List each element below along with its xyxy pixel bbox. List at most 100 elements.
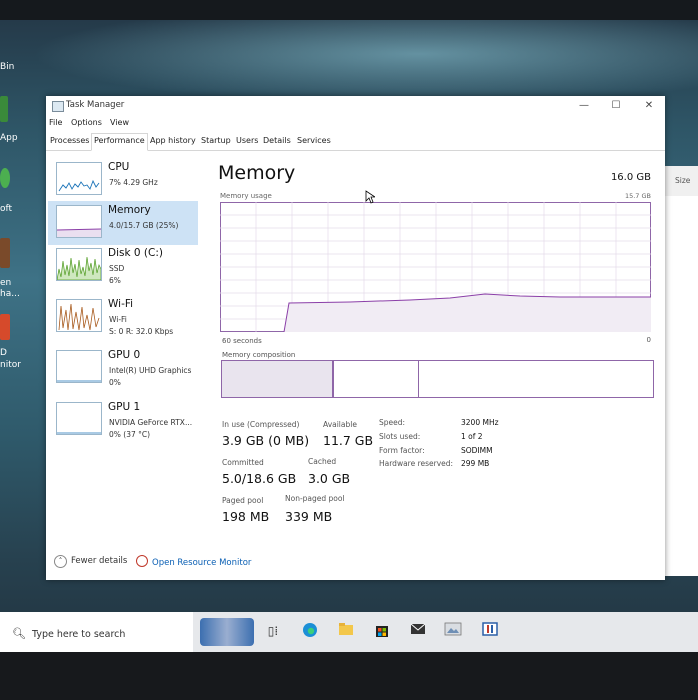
desktop-app-icon[interactable] <box>0 96 8 122</box>
menu-view[interactable]: View <box>110 118 129 127</box>
footer: ˄ Fewer details Open Resource Monitor <box>46 548 665 580</box>
memory-heading: Memory <box>218 162 296 184</box>
tab-performance[interactable]: Performance <box>91 133 148 151</box>
menu-file[interactable]: File <box>49 118 62 127</box>
memory-total: 16.0 GB <box>610 172 651 183</box>
desktop-label-oft[interactable]: oft <box>0 204 12 214</box>
edge-icon[interactable] <box>301 622 319 640</box>
screen-bezel-top <box>0 0 698 20</box>
app-icon[interactable] <box>481 622 499 640</box>
cpu-thumbnail <box>56 162 102 195</box>
file-explorer-icon[interactable] <box>337 622 355 640</box>
taskbar-search-box[interactable]: 🔍︎ Type here to search <box>0 612 193 652</box>
composition-standby[interactable] <box>334 361 419 397</box>
desktop-game-icon[interactable] <box>0 238 10 268</box>
photos-icon[interactable] <box>444 622 462 640</box>
cached-label: Cached <box>308 457 337 466</box>
hardware-reserved-label: Hardware reserved: <box>379 459 454 468</box>
paged-pool-label: Paged pool <box>222 496 264 505</box>
gpu1-usage: 0% (37 °C) <box>109 430 151 439</box>
non-paged-pool-label: Non-paged pool <box>285 494 345 503</box>
tab-app-history[interactable]: App history <box>148 134 198 148</box>
tab-users[interactable]: Users <box>234 134 260 148</box>
gpu1-thumbnail <box>56 402 102 435</box>
desktop-label-app[interactable]: App <box>0 133 18 143</box>
cpu-label: CPU <box>108 161 130 173</box>
background-window-size-label: Size <box>675 176 691 185</box>
in-use-value: 3.9 GB (0 MB) <box>222 433 310 448</box>
weather-icon[interactable] <box>200 618 254 646</box>
slots-value: 1 of 2 <box>461 432 483 441</box>
desktop-label-nitor[interactable]: nitor <box>0 360 21 370</box>
mouse-cursor-icon <box>365 190 375 204</box>
desktop-label-en[interactable]: en <box>0 278 11 288</box>
store-icon[interactable] <box>373 622 391 640</box>
title-bar[interactable]: Task Manager — ☐ ✕ <box>46 96 665 116</box>
search-placeholder: Type here to search <box>32 629 126 640</box>
disk-sparkline <box>57 256 101 280</box>
speed-value: 3200 MHz <box>461 418 499 427</box>
gpu1-model: NVIDIA GeForce RTX... <box>109 418 193 427</box>
slots-label: Slots used: <box>379 432 421 441</box>
resource-gpu1[interactable]: GPU 1 NVIDIA GeForce RTX... 0% (37 °C) <box>48 398 198 442</box>
memory-usage-graph <box>220 202 651 333</box>
resource-disk[interactable]: Disk 0 (C:) SSD 6% <box>48 244 198 288</box>
hardware-reserved-value: 299 MB <box>461 459 490 468</box>
resource-memory[interactable]: Memory 4.0/15.7 GB (25%) <box>48 201 198 245</box>
mail-icon[interactable] <box>409 622 427 640</box>
memory-label: Memory <box>108 204 151 216</box>
tab-services[interactable]: Services <box>295 134 333 148</box>
task-manager-window: Task Manager — ☐ ✕ File Options View Pro… <box>46 96 665 580</box>
tab-processes[interactable]: Processes <box>48 134 91 148</box>
resource-monitor-icon <box>136 555 148 567</box>
form-factor-label: Form factor: <box>379 446 425 455</box>
memory-composition-label: Memory composition <box>222 351 296 359</box>
maximize-button[interactable]: ☐ <box>604 98 628 114</box>
memory-sparkline <box>57 228 101 237</box>
desktop-label-bin[interactable]: Bin <box>0 62 14 72</box>
menu-bar: File Options View <box>46 116 665 132</box>
gpu1-label: GPU 1 <box>108 401 141 413</box>
wifi-label: Wi-Fi <box>108 298 134 310</box>
tab-strip: Processes Performance App history Startu… <box>46 132 665 151</box>
resource-wifi[interactable]: Wi-Fi Wi-Fi S: 0 R: 32.0 Kbps <box>48 295 198 339</box>
background-window-body <box>665 196 698 576</box>
task-view-icon[interactable]: ▯⁞ <box>264 622 282 640</box>
cpu-sparkline <box>58 179 100 192</box>
memory-thumbnail <box>56 205 102 238</box>
available-value: 11.7 GB <box>323 433 374 448</box>
memory-composition-bar <box>221 360 654 398</box>
search-icon: 🔍︎ <box>12 627 26 640</box>
minimize-button[interactable]: — <box>572 98 596 114</box>
form-factor-value: SODIMM <box>461 446 493 455</box>
disk-usage: 6% <box>109 276 121 285</box>
memory-stats: 4.0/15.7 GB (25%) <box>109 221 179 230</box>
desktop-office-icon[interactable] <box>0 314 10 340</box>
wifi-adapter: Wi-Fi <box>109 315 127 324</box>
close-button[interactable]: ✕ <box>637 98 661 114</box>
fewer-details-button[interactable]: ˄ Fewer details <box>54 555 127 568</box>
committed-label: Committed <box>222 458 264 467</box>
task-manager-icon <box>52 101 64 112</box>
gpu0-sparkline <box>57 380 101 382</box>
gpu0-model: Intel(R) UHD Graphics <box>109 366 192 375</box>
desktop-label-d[interactable]: D <box>0 348 7 358</box>
tab-startup[interactable]: Startup <box>199 134 233 148</box>
memory-usage-label: Memory usage <box>220 192 272 200</box>
screen-bezel-bottom <box>0 652 698 700</box>
desktop-green-icon[interactable] <box>0 168 10 188</box>
cached-value: 3.0 GB <box>308 471 351 486</box>
committed-value: 5.0/18.6 GB <box>222 471 297 486</box>
wifi-thumbnail <box>56 299 102 332</box>
open-resource-monitor-link[interactable]: Open Resource Monitor <box>136 555 251 568</box>
gpu1-sparkline <box>57 432 101 434</box>
non-paged-pool-value: 339 MB <box>285 509 333 524</box>
resource-cpu[interactable]: CPU 7% 4.29 GHz <box>48 158 198 202</box>
gpu0-label: GPU 0 <box>108 349 141 361</box>
desktop-label-ha[interactable]: ha... <box>0 289 20 299</box>
available-label: Available <box>323 420 357 429</box>
tab-details[interactable]: Details <box>261 134 293 148</box>
composition-in-use[interactable] <box>222 361 333 397</box>
resource-gpu0[interactable]: GPU 0 Intel(R) UHD Graphics 0% <box>48 346 198 390</box>
menu-options[interactable]: Options <box>71 118 102 127</box>
